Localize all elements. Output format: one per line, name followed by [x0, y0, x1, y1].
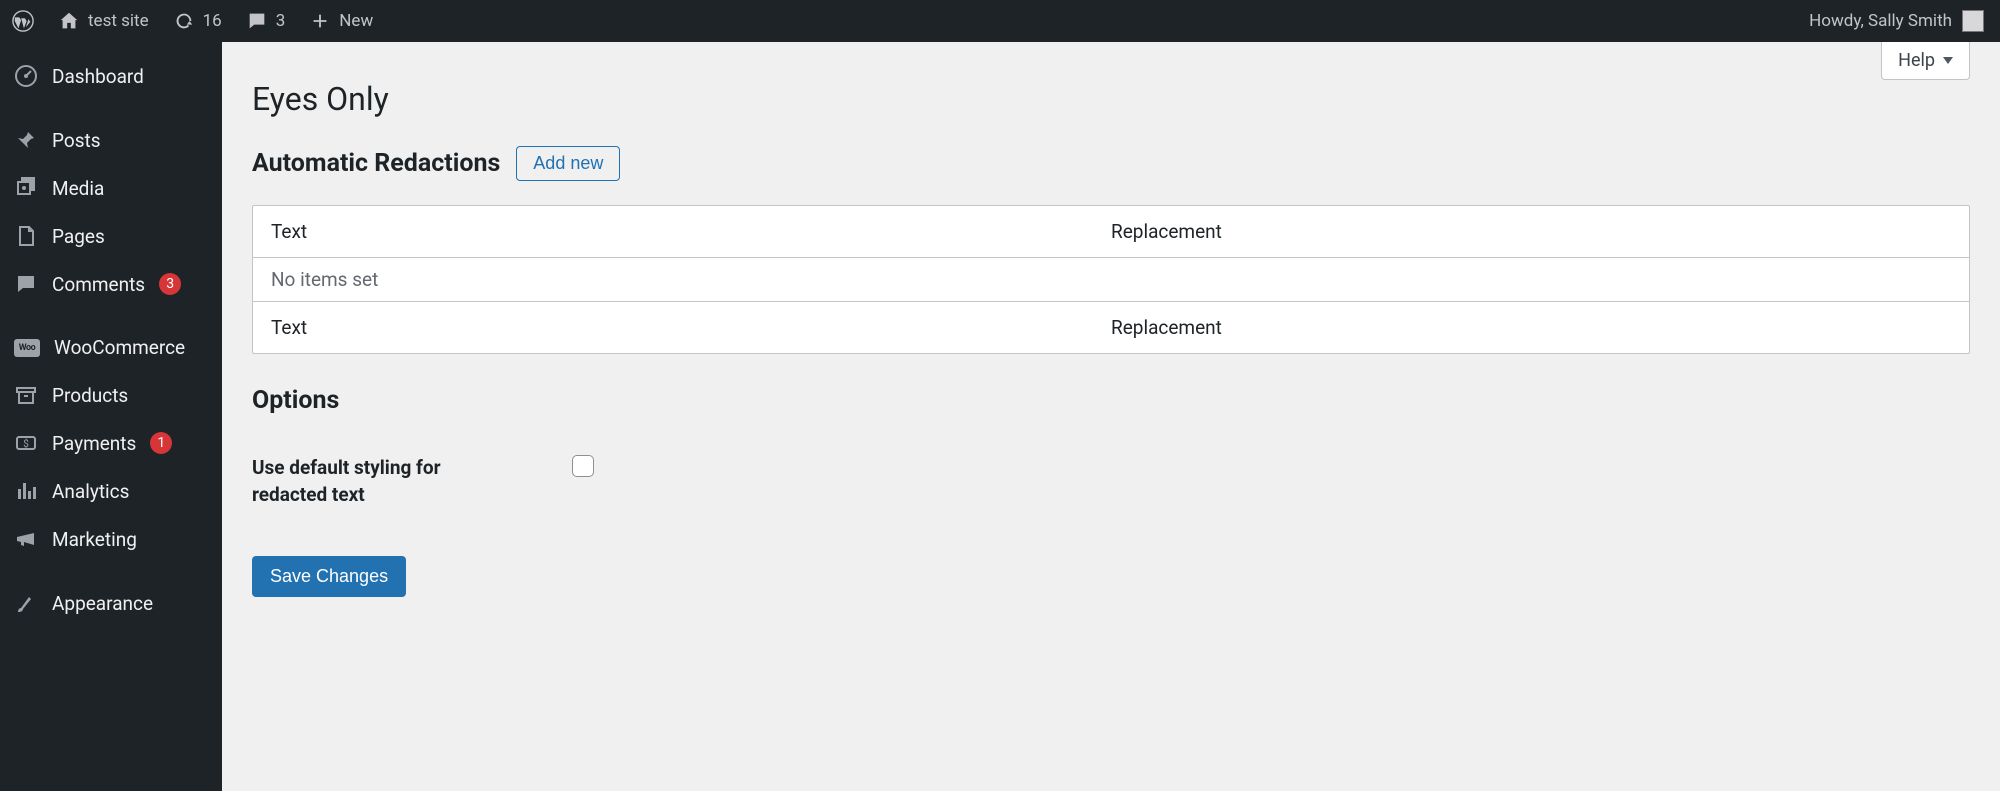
sidebar-item-marketing[interactable]: Marketing: [0, 515, 222, 563]
col-replacement-footer: Replacement: [1111, 316, 1951, 339]
sidebar-item-label: WooCommerce: [54, 336, 185, 359]
home-icon: [58, 10, 80, 32]
archive-icon: [14, 383, 38, 407]
help-tab[interactable]: Help: [1881, 42, 1970, 80]
col-text-header: Text: [271, 220, 1111, 243]
woo-icon: Woo: [14, 339, 40, 357]
add-new-button[interactable]: Add new: [516, 146, 620, 181]
new-link[interactable]: New: [297, 0, 385, 42]
sidebar-item-appearance[interactable]: Appearance: [0, 579, 222, 627]
updates-count: 16: [203, 11, 222, 31]
col-text-footer: Text: [271, 316, 1111, 339]
redactions-heading-row: Automatic Redactions Add new: [252, 146, 1970, 181]
menu-separator: [0, 308, 222, 324]
redactions-table: Text Replacement No items set Text Repla…: [252, 205, 1970, 354]
comment-icon: [246, 10, 268, 32]
sidebar-item-posts[interactable]: Posts: [0, 116, 222, 164]
sidebar-item-pages[interactable]: Pages: [0, 212, 222, 260]
toolbar-right[interactable]: Howdy, Sally Smith: [1809, 10, 1990, 32]
sidebar-item-products[interactable]: Products: [0, 371, 222, 419]
site-name: test site: [88, 11, 149, 31]
sidebar-item-media[interactable]: Media: [0, 164, 222, 212]
option-label: Use default styling for redacted text: [252, 455, 512, 508]
sidebar-item-label: Appearance: [52, 592, 153, 615]
updates-link[interactable]: 16: [161, 0, 234, 42]
sidebar-item-label: Dashboard: [52, 65, 144, 88]
comment-icon: [14, 272, 38, 296]
chevron-down-icon: [1943, 57, 1953, 64]
help-label: Help: [1898, 50, 1935, 71]
pin-icon: [14, 128, 38, 152]
avatar: [1962, 10, 1984, 32]
table-empty-row: No items set: [253, 257, 1969, 301]
menu-separator: [0, 100, 222, 116]
sidebar-item-analytics[interactable]: Analytics: [0, 467, 222, 515]
new-label: New: [339, 11, 373, 31]
dashboard-icon: [14, 64, 38, 88]
megaphone-icon: [14, 527, 38, 551]
empty-message: No items set: [271, 268, 378, 291]
admin-sidebar: Dashboard Posts Media Pages Comments 3 W…: [0, 42, 222, 791]
plus-icon: [309, 10, 331, 32]
svg-text:$: $: [23, 437, 29, 450]
admin-toolbar: test site 16 3 New Howdy, Sally Smith: [0, 0, 2000, 42]
sidebar-item-label: Pages: [52, 225, 105, 248]
redactions-heading: Automatic Redactions: [252, 149, 500, 178]
wp-logo[interactable]: [0, 0, 46, 42]
sidebar-item-dashboard[interactable]: Dashboard: [0, 52, 222, 100]
refresh-icon: [173, 10, 195, 32]
site-link[interactable]: test site: [46, 0, 161, 42]
comments-badge: 3: [159, 273, 181, 295]
chart-icon: [14, 479, 38, 503]
table-header: Text Replacement: [253, 206, 1969, 257]
save-button[interactable]: Save Changes: [252, 556, 406, 597]
menu-separator: [0, 563, 222, 579]
sidebar-item-label: Media: [52, 177, 104, 200]
options-heading: Options: [252, 386, 1970, 415]
sidebar-item-label: Analytics: [52, 480, 129, 503]
brush-icon: [14, 591, 38, 615]
sidebar-item-label: Payments: [52, 432, 136, 455]
comments-count: 3: [276, 11, 286, 31]
toolbar-left: test site 16 3 New: [0, 0, 385, 42]
payments-icon: $: [14, 431, 38, 455]
wordpress-icon: [12, 10, 34, 32]
sidebar-item-payments[interactable]: $ Payments 1: [0, 419, 222, 467]
payments-badge: 1: [150, 432, 172, 454]
sidebar-item-label: Marketing: [52, 528, 137, 551]
pages-icon: [14, 224, 38, 248]
main-content: Help Eyes Only Automatic Redactions Add …: [222, 42, 2000, 637]
page-title: Eyes Only: [252, 80, 1970, 118]
sidebar-item-woocommerce[interactable]: Woo WooCommerce: [0, 324, 222, 371]
sidebar-item-label: Posts: [52, 129, 101, 152]
sidebar-item-label: Comments: [52, 273, 145, 296]
media-icon: [14, 176, 38, 200]
col-replacement-header: Replacement: [1111, 220, 1951, 243]
table-footer: Text Replacement: [253, 301, 1969, 353]
sidebar-item-label: Products: [52, 384, 128, 407]
option-default-styling: Use default styling for redacted text: [252, 455, 1970, 508]
sidebar-item-comments[interactable]: Comments 3: [0, 260, 222, 308]
comments-link[interactable]: 3: [234, 0, 298, 42]
howdy-text: Howdy, Sally Smith: [1809, 11, 1952, 31]
default-styling-checkbox[interactable]: [572, 455, 594, 477]
